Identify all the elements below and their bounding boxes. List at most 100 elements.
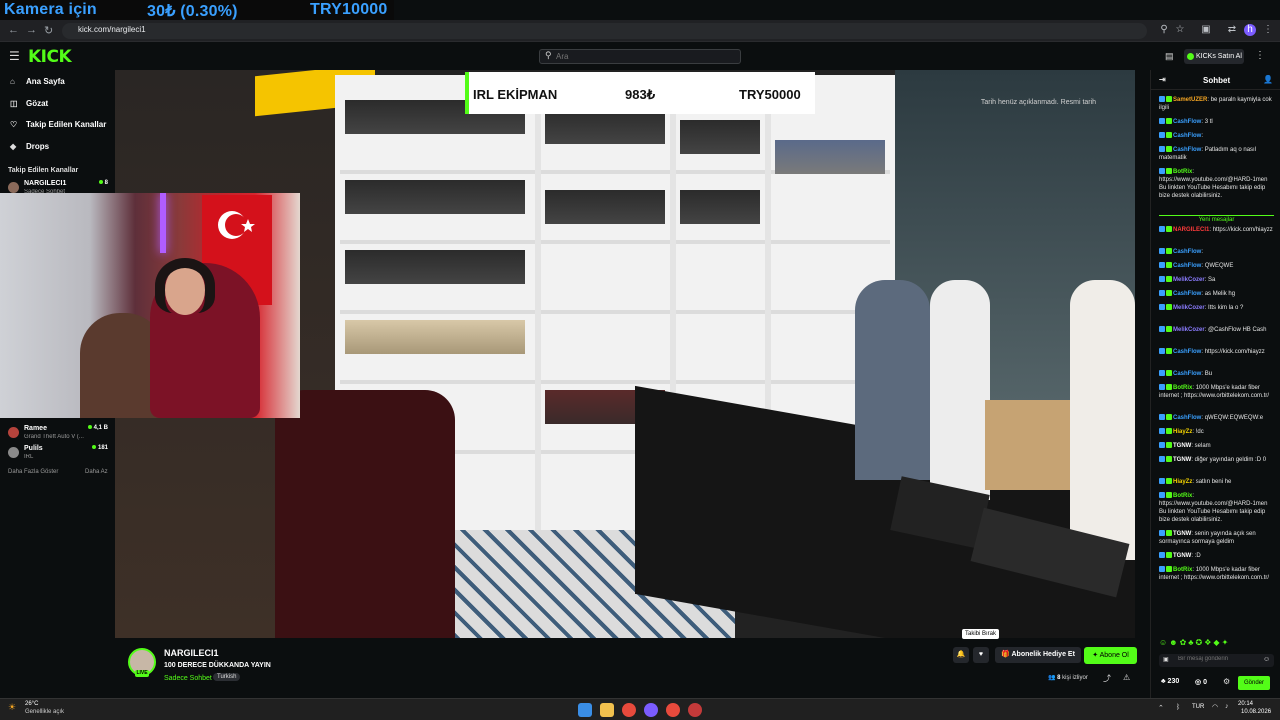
heart-icon: ♡ [10,120,18,129]
chat-username[interactable]: CashFlow [1173,415,1201,421]
notification-bell-button[interactable]: 🔔 [953,647,969,663]
chat-username[interactable]: BotRix [1173,169,1192,175]
chrome-icon[interactable] [622,703,636,717]
chat-username[interactable]: SametUZER [1173,97,1207,103]
clock-time[interactable]: 20:14 [1238,701,1253,707]
chat-message: SametUZER: be paraln kaymiyla cok ilgili [1159,96,1272,111]
hamburger-icon[interactable]: ☰ [9,49,20,63]
chat-message: HiayZz: !dc [1159,428,1274,436]
chat-username[interactable]: BotRix [1173,567,1192,573]
chat-username[interactable]: BotRix [1173,493,1192,499]
language-tag[interactable]: Turkish [213,673,241,681]
chat-users-icon[interactable]: 👤 [1263,75,1273,84]
user-menu-icon[interactable]: ⋮ [1255,50,1265,61]
kick-logo[interactable]: KICK [28,47,72,67]
chat-username[interactable]: TGNW [1173,457,1191,463]
start-menu-icon[interactable] [578,703,592,717]
chat-username[interactable]: NARGILECI1 [1173,227,1209,233]
reload-icon[interactable]: ↻ [44,24,53,37]
menu-icon[interactable]: ⋮ [1262,24,1274,36]
gear-icon[interactable]: ⚙ [1223,677,1230,686]
address-bar[interactable]: kick.com/nargileci1 [62,23,1147,39]
chat-message: MelikCozer: @CashFlow HB Cash [1159,326,1274,334]
badge-icon [1159,226,1165,233]
report-icon[interactable]: ⚠ [1123,673,1130,682]
sidebar-item-following[interactable]: ♡ Takip Edilen Kanallar [10,120,106,129]
subscribe-button[interactable]: ✦ Abone Ol [1084,647,1137,664]
chat-username[interactable]: CashFlow [1173,119,1201,125]
star-icon: ✦ [1092,652,1100,659]
extensions-icon[interactable]: ▣ [1200,24,1212,36]
unfollow-button[interactable]: ♥ [973,647,989,663]
chat-username[interactable]: TGNW [1173,531,1191,537]
weather-temp[interactable]: 26°C [25,701,38,707]
followed-channel[interactable]: Ramee Grand Theft Auto V (... 4,1 B [8,425,108,445]
emote-bar[interactable]: ☺☻✿♣✪❖◆✦ [1159,638,1274,648]
badge-icon [1159,492,1165,499]
show-more-link[interactable]: Daha Fazla Göster [8,469,58,475]
app-icon[interactable] [644,703,658,717]
streamer-name[interactable]: NARGILECI1 [164,648,219,658]
chat-username[interactable]: MelikCozer [1173,305,1205,311]
chat-username[interactable]: CashFlow [1173,371,1201,377]
points-balance[interactable]: ◎ 0 [1195,678,1207,686]
wallet-icon[interactable]: ▤ [1165,51,1174,62]
show-less-link[interactable]: Daha Az [85,469,108,475]
search-input[interactable] [556,51,736,62]
collapse-chat-icon[interactable]: ⇥ [1159,75,1166,84]
file-explorer-icon[interactable] [600,703,614,717]
clock-date[interactable]: 10.08.2026 [1241,709,1271,715]
emoji-icon[interactable]: ☺ [1263,656,1270,663]
cast-icon[interactable]: ⇄ [1226,24,1238,36]
chat-text: https://kick.com/hiayzz [1204,349,1265,355]
chat-input[interactable] [1178,656,1258,662]
chrome-icon[interactable] [666,703,680,717]
chat-message: BotRix: https://www.youtube.com/@HARD-1m… [1159,168,1268,199]
chat-username[interactable]: MelikCozer [1173,277,1205,283]
site-header: ☰ KICK ⚲ ▤ KICKs Satın Al ⋮ [0,42,1280,70]
chat-username[interactable]: CashFlow [1173,263,1201,269]
sidebar-item-home[interactable]: ⌂ Ana Sayfa [10,77,65,86]
chat-username[interactable]: HiayZz [1173,479,1192,485]
chat-username[interactable]: CashFlow [1173,349,1201,355]
chat-header: ⇥ Sohbet 👤 [1151,70,1280,90]
viewers-icon: 👥 [1048,675,1058,681]
bookmark-star-icon[interactable]: ☆ [1174,24,1186,36]
chat-input-box[interactable]: ▣ ☺ [1159,654,1274,667]
chat-username[interactable]: CashFlow [1173,147,1201,153]
badge-icon [1166,442,1172,449]
chat-settings-icon[interactable]: ▣ [1163,656,1169,663]
wifi-icon[interactable]: ◠ [1212,703,1218,711]
bluetooth-icon[interactable]: ᛒ [1176,704,1180,711]
language-indicator[interactable]: TUR [1192,704,1204,710]
chat-message: TGNW: selam [1159,442,1274,450]
search-box[interactable]: ⚲ [539,49,741,64]
zoom-icon[interactable]: ⚲ [1158,24,1170,36]
weather-text[interactable]: Genellikle açık [25,709,64,715]
stream-category[interactable]: Sadece Sohbet [164,675,212,682]
video-scene-chair [275,390,455,638]
send-button[interactable]: Gönder [1238,676,1270,690]
volume-icon[interactable]: ♪ [1225,703,1229,710]
buy-kicks-button[interactable]: KICKs Satın Al [1184,49,1244,64]
sidebar-item-browse[interactable]: ◫ Gözat [10,99,48,108]
chat-username[interactable]: TGNW [1173,553,1191,559]
chat-username[interactable]: TGNW [1173,443,1191,449]
chat-username[interactable]: CashFlow [1173,291,1201,297]
tray-chevron-icon[interactable]: ⌃ [1158,704,1164,712]
profile-avatar[interactable]: h [1244,24,1256,36]
share-icon[interactable]: ⤴ [1103,673,1111,684]
chat-username[interactable]: CashFlow [1173,249,1201,255]
sidebar-item-drops[interactable]: ◆ Drops [10,142,49,151]
gift-subscription-button[interactable]: 🎁 Abonelik Hediye Et [995,647,1081,663]
kicks-balance[interactable]: ♣ 230 [1161,678,1179,685]
app-icon[interactable] [688,703,702,717]
chat-username[interactable]: BotRix [1173,385,1192,391]
chat-username[interactable]: MelikCozer [1173,327,1205,333]
webcam-led-lights [160,193,166,253]
chat-username[interactable]: CashFlow [1173,133,1201,139]
forward-icon[interactable]: → [26,24,37,36]
back-icon[interactable]: ← [8,24,19,36]
chat-username[interactable]: HiayZz [1173,429,1192,435]
followed-channel[interactable]: Pulils IRL 181 [8,445,108,465]
